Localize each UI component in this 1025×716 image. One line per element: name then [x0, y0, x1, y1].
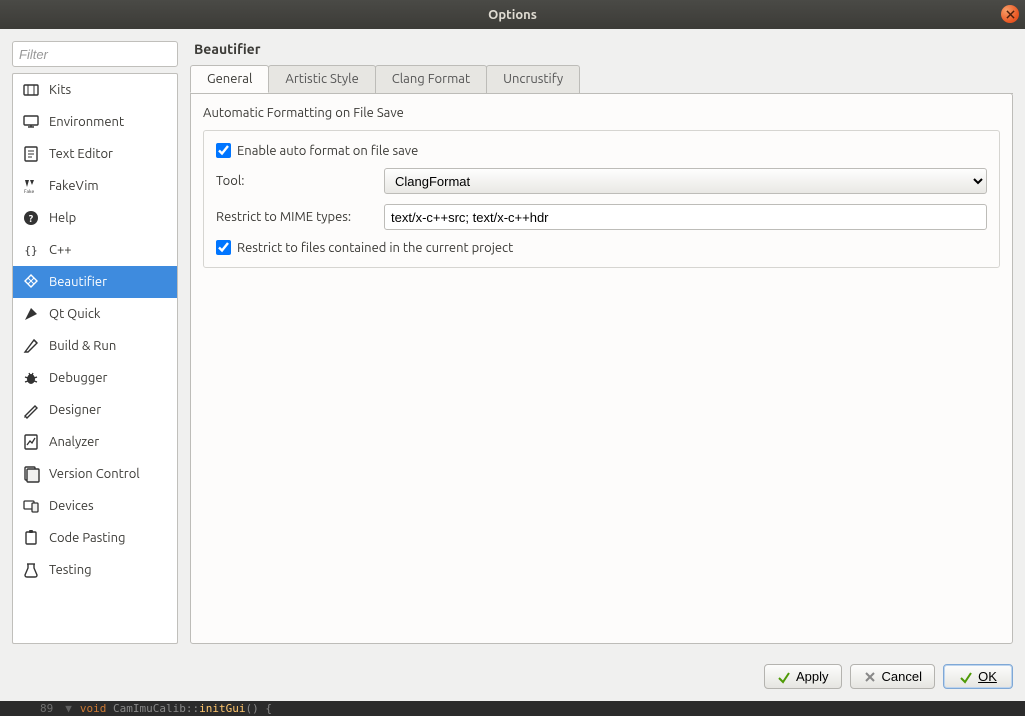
- sidebar-item-devices[interactable]: Devices: [13, 490, 177, 522]
- sidebar-item-label: Code Pasting: [49, 531, 125, 545]
- sidebar-item-debugger[interactable]: Debugger: [13, 362, 177, 394]
- build-run-icon: [22, 337, 40, 355]
- analyzer-icon: [22, 433, 40, 451]
- tool-select[interactable]: ClangFormat: [384, 168, 987, 194]
- line-number: 89: [40, 702, 53, 715]
- apply-button[interactable]: Apply: [764, 664, 842, 689]
- group-title: Automatic Formatting on File Save: [203, 106, 1000, 120]
- debugger-icon: [22, 369, 40, 387]
- sidebar-item-environment[interactable]: Environment: [13, 106, 177, 138]
- sidebar: Kits Environment Text Editor Fake FakeVi…: [12, 41, 178, 644]
- sidebar-item-label: Beautifier: [49, 275, 107, 289]
- auto-format-group: Enable auto format on file save Tool: Cl…: [203, 130, 1000, 268]
- mime-input[interactable]: [384, 204, 987, 230]
- sidebar-item-label: Testing: [49, 563, 92, 577]
- tab-label: General: [207, 72, 252, 86]
- environment-icon: [22, 113, 40, 131]
- enable-auto-format-label[interactable]: Enable auto format on file save: [237, 144, 418, 158]
- sidebar-item-code-pasting[interactable]: Code Pasting: [13, 522, 177, 554]
- tab-label: Uncrustify: [503, 72, 563, 86]
- sidebar-item-version-control[interactable]: Version Control: [13, 458, 177, 490]
- tab-clang-format[interactable]: Clang Format: [375, 65, 487, 93]
- tab-bar: General Artistic Style Clang Format Uncr…: [190, 65, 1013, 94]
- sidebar-item-fakevim[interactable]: Fake FakeVim: [13, 170, 177, 202]
- category-list[interactable]: Kits Environment Text Editor Fake FakeVi…: [12, 73, 178, 644]
- close-icon: [1006, 10, 1015, 19]
- svg-text:?: ?: [29, 213, 34, 224]
- restrict-project-checkbox[interactable]: [216, 240, 231, 255]
- sidebar-item-label: Environment: [49, 115, 124, 129]
- dialog-body: Kits Environment Text Editor Fake FakeVi…: [0, 29, 1025, 656]
- titlebar: Options: [0, 0, 1025, 29]
- close-button[interactable]: [1001, 5, 1019, 23]
- cancel-button[interactable]: Cancel: [850, 664, 935, 689]
- tab-artistic-style[interactable]: Artistic Style: [268, 65, 375, 93]
- sidebar-item-text-editor[interactable]: Text Editor: [13, 138, 177, 170]
- sidebar-item-designer[interactable]: Designer: [13, 394, 177, 426]
- sidebar-item-label: Devices: [49, 499, 94, 513]
- tab-label: Clang Format: [392, 72, 470, 86]
- cancel-icon: [863, 670, 877, 684]
- designer-icon: [22, 401, 40, 419]
- sidebar-item-cpp[interactable]: {} C++: [13, 234, 177, 266]
- sidebar-item-help[interactable]: ? Help: [13, 202, 177, 234]
- sidebar-item-label: Help: [49, 211, 76, 225]
- sidebar-item-kits[interactable]: Kits: [13, 74, 177, 106]
- sidebar-item-testing[interactable]: Testing: [13, 554, 177, 586]
- sidebar-item-label: Text Editor: [49, 147, 113, 161]
- check-icon: [959, 670, 973, 684]
- button-label: Apply: [796, 669, 829, 684]
- beautifier-icon: [22, 273, 40, 291]
- qt-quick-icon: [22, 305, 40, 323]
- sidebar-item-label: Designer: [49, 403, 101, 417]
- fold-icon: ▼: [65, 702, 72, 715]
- sidebar-item-label: C++: [49, 243, 72, 257]
- button-label: Cancel: [882, 669, 922, 684]
- tool-label: Tool:: [216, 174, 376, 188]
- tab-uncrustify[interactable]: Uncrustify: [486, 65, 580, 93]
- kits-icon: [22, 81, 40, 99]
- help-icon: ?: [22, 209, 40, 227]
- window-title: Options: [488, 8, 537, 22]
- svg-text:{}: {}: [24, 244, 37, 257]
- button-label: OK: [978, 669, 997, 684]
- text-editor-icon: [22, 145, 40, 163]
- sidebar-item-beautifier[interactable]: Beautifier: [13, 266, 177, 298]
- sidebar-item-label: FakeVim: [49, 179, 99, 193]
- sidebar-item-label: Debugger: [49, 371, 107, 385]
- editor-strip: 89 ▼ void CamImuCalib::initGui() {: [0, 701, 1025, 716]
- testing-icon: [22, 561, 40, 579]
- enable-auto-format-checkbox[interactable]: [216, 143, 231, 158]
- version-control-icon: [22, 465, 40, 483]
- sidebar-item-qt-quick[interactable]: Qt Quick: [13, 298, 177, 330]
- cpp-icon: {}: [22, 241, 40, 259]
- devices-icon: [22, 497, 40, 515]
- ok-button[interactable]: OK: [943, 664, 1013, 689]
- dialog-footer: Apply Cancel OK: [0, 656, 1025, 701]
- sidebar-item-label: Version Control: [49, 467, 140, 481]
- sidebar-item-build-run[interactable]: Build & Run: [13, 330, 177, 362]
- check-icon: [777, 670, 791, 684]
- code-pasting-icon: [22, 529, 40, 547]
- filter-input[interactable]: [12, 41, 178, 67]
- sidebar-item-label: Build & Run: [49, 339, 116, 353]
- svg-text:Fake: Fake: [24, 188, 34, 194]
- tab-general[interactable]: General: [190, 65, 269, 93]
- sidebar-item-label: Qt Quick: [49, 307, 100, 321]
- restrict-project-label[interactable]: Restrict to files contained in the curre…: [237, 241, 513, 255]
- mime-label: Restrict to MIME types:: [216, 210, 376, 224]
- page-title: Beautifier: [194, 41, 1013, 57]
- sidebar-item-analyzer[interactable]: Analyzer: [13, 426, 177, 458]
- fakevim-icon: Fake: [22, 177, 40, 195]
- tab-pane-general: Automatic Formatting on File Save Enable…: [190, 93, 1013, 644]
- main-panel: Beautifier General Artistic Style Clang …: [190, 41, 1013, 644]
- code-text: void CamImuCalib::initGui() {: [80, 702, 272, 715]
- sidebar-item-label: Analyzer: [49, 435, 99, 449]
- tab-label: Artistic Style: [285, 72, 358, 86]
- sidebar-item-label: Kits: [49, 83, 71, 97]
